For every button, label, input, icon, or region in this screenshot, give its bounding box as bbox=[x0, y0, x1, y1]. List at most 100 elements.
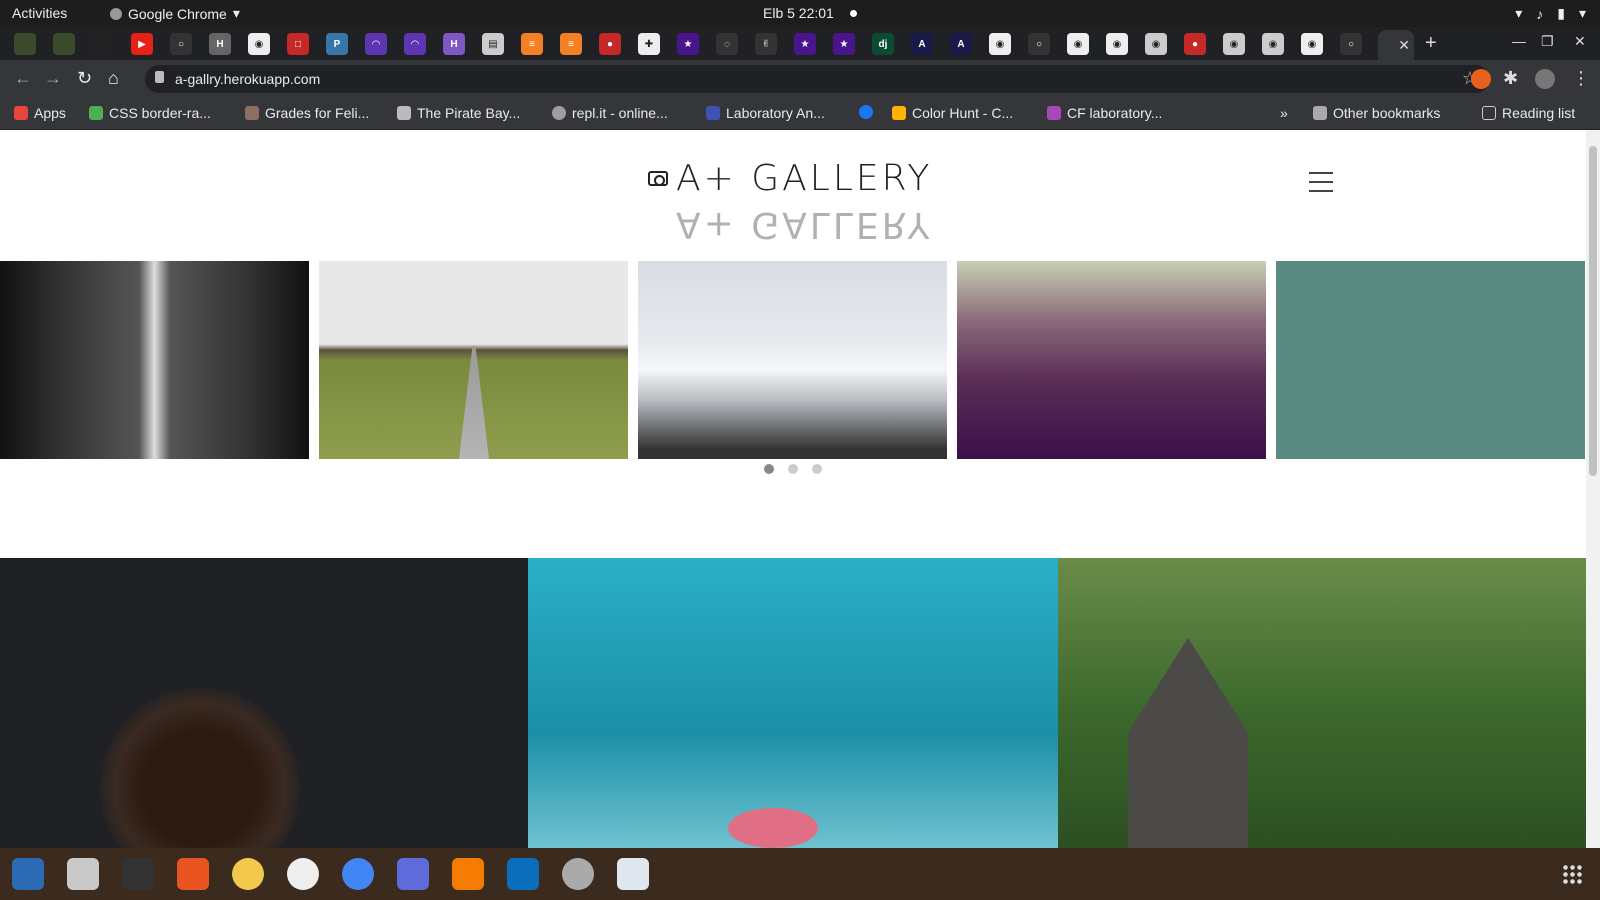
github-icon[interactable]: ○ bbox=[1340, 33, 1362, 55]
terminal-icon[interactable] bbox=[122, 858, 154, 890]
software-center-icon[interactable] bbox=[177, 858, 209, 890]
globe-icon[interactable]: ◉ bbox=[248, 33, 270, 55]
new-tab-button[interactable]: + bbox=[1425, 32, 1437, 55]
globe-icon[interactable]: ◉ bbox=[1067, 33, 1089, 55]
kebab-menu-icon[interactable]: ⋮ bbox=[1572, 68, 1590, 89]
app-menu[interactable]: Google Chrome ▾ bbox=[110, 5, 240, 22]
rhythmbox-icon[interactable] bbox=[232, 858, 264, 890]
address-bar[interactable]: a-gallry.herokuapp.com ☆ bbox=[145, 65, 1490, 93]
tab-favicon[interactable]: ◌ bbox=[716, 33, 738, 55]
other-bookmarks[interactable]: Other bookmarks bbox=[1313, 105, 1440, 121]
extension-icon[interactable] bbox=[1471, 69, 1491, 89]
clock[interactable]: Elb 5 22:01 bbox=[763, 5, 834, 21]
tab-favicon[interactable]: ● bbox=[599, 33, 621, 55]
github-icon[interactable]: ○ bbox=[170, 33, 192, 55]
carousel-image-snowy-mountains[interactable] bbox=[638, 261, 947, 459]
bookmark-favicon bbox=[892, 106, 906, 120]
tab-favicon[interactable]: ▤ bbox=[482, 33, 504, 55]
page-scrollbar[interactable] bbox=[1586, 130, 1600, 848]
writer-icon[interactable] bbox=[12, 858, 44, 890]
scrollbar-thumb[interactable] bbox=[1589, 146, 1597, 476]
restore-icon[interactable]: ❐ bbox=[1541, 33, 1554, 50]
carousel-image-path-trees[interactable] bbox=[319, 261, 628, 459]
tab-favicon[interactable]: ◠ bbox=[404, 33, 426, 55]
bookmark-item[interactable]: The Pirate Bay... bbox=[397, 105, 520, 121]
tab-favicon[interactable]: ● bbox=[1184, 33, 1206, 55]
django-icon[interactable]: dj bbox=[872, 33, 894, 55]
slack-icon[interactable] bbox=[287, 858, 319, 890]
tab-favicon[interactable]: ◠ bbox=[365, 33, 387, 55]
globe-icon[interactable]: ◉ bbox=[1106, 33, 1128, 55]
gallery-image-sky-flower[interactable] bbox=[528, 558, 1058, 848]
globe-icon[interactable]: ◉ bbox=[1145, 33, 1167, 55]
system-tray[interactable]: ▾ ♪ ▮ ▾ bbox=[1515, 5, 1586, 22]
bookmark-item[interactable]: Grades for Feli... bbox=[245, 105, 369, 121]
reading-list[interactable]: Reading list bbox=[1482, 105, 1575, 121]
activities-button[interactable]: Activities bbox=[12, 5, 67, 21]
github-icon[interactable]: ○ bbox=[1028, 33, 1050, 55]
carousel-image-birds[interactable] bbox=[1276, 261, 1585, 459]
python-icon[interactable]: P bbox=[326, 33, 348, 55]
carousel-image-canal-city[interactable] bbox=[957, 261, 1266, 459]
bookmark-item[interactable]: repl.it - online... bbox=[552, 105, 668, 121]
show-apps-icon[interactable] bbox=[1562, 864, 1582, 884]
screenshot-icon[interactable] bbox=[397, 858, 429, 890]
gallery-image-forest-house[interactable] bbox=[1058, 558, 1586, 848]
home-icon[interactable]: ⌂ bbox=[108, 68, 119, 89]
carousel-dot[interactable] bbox=[764, 464, 774, 474]
puzzle-icon[interactable]: ✱ bbox=[1503, 68, 1518, 89]
text-editor-icon[interactable] bbox=[617, 858, 649, 890]
reading-list-icon bbox=[1482, 106, 1496, 120]
tab-favicon[interactable]: □ bbox=[287, 33, 309, 55]
tab-favicon[interactable]: H bbox=[209, 33, 231, 55]
updater-icon[interactable] bbox=[562, 858, 594, 890]
close-window-icon[interactable]: ✕ bbox=[1574, 33, 1586, 50]
site-logo[interactable]: A+ GALLERY bbox=[648, 158, 932, 199]
bookmarks-overflow[interactable]: » bbox=[1280, 105, 1288, 121]
bookmark-apps[interactable]: Apps bbox=[14, 105, 66, 121]
carousel-image-tree-tunnel[interactable] bbox=[0, 261, 309, 459]
star-icon[interactable]: ★ bbox=[677, 33, 699, 55]
tab-favicon[interactable]: ✌ bbox=[755, 33, 777, 55]
wifi-icon: ▾ bbox=[1515, 5, 1523, 21]
url-text[interactable]: a-gallry.herokuapp.com bbox=[175, 71, 320, 87]
tab-favicon[interactable] bbox=[53, 33, 75, 55]
globe-icon[interactable]: ◉ bbox=[1301, 33, 1323, 55]
tab-favicon[interactable] bbox=[92, 33, 114, 55]
bookmark-item[interactable]: CF laboratory... bbox=[1047, 105, 1162, 121]
chrome-icon[interactable] bbox=[342, 858, 374, 890]
reload-icon[interactable]: ↻ bbox=[77, 68, 92, 89]
tab-active[interactable]: ✕ bbox=[1378, 30, 1414, 60]
bookmark-item[interactable]: Laboratory An... bbox=[706, 105, 825, 121]
avatar[interactable] bbox=[1535, 69, 1555, 89]
figma-icon bbox=[1047, 106, 1061, 120]
tab-favicon[interactable]: A bbox=[911, 33, 933, 55]
tab-close-icon[interactable]: ✕ bbox=[1398, 37, 1410, 54]
stackoverflow-icon[interactable]: ≡ bbox=[560, 33, 582, 55]
vlc-icon[interactable] bbox=[452, 858, 484, 890]
carousel-dot[interactable] bbox=[788, 464, 798, 474]
carousel-dot[interactable] bbox=[812, 464, 822, 474]
files-icon[interactable] bbox=[67, 858, 99, 890]
bookmark-item[interactable]: CSS border-ra... bbox=[89, 105, 211, 121]
gallery-image-portrait[interactable] bbox=[0, 558, 528, 848]
stackoverflow-icon[interactable]: ≡ bbox=[521, 33, 543, 55]
globe-icon[interactable]: ◉ bbox=[989, 33, 1011, 55]
star-icon[interactable]: ★ bbox=[794, 33, 816, 55]
bookmark-item[interactable] bbox=[859, 105, 879, 119]
tab-favicon[interactable] bbox=[14, 33, 36, 55]
tab-favicon[interactable]: H bbox=[443, 33, 465, 55]
vscode-icon[interactable] bbox=[507, 858, 539, 890]
globe-icon[interactable]: ◉ bbox=[1262, 33, 1284, 55]
star-icon[interactable]: ★ bbox=[833, 33, 855, 55]
tab-favicon[interactable]: A bbox=[950, 33, 972, 55]
youtube-icon[interactable]: ▶ bbox=[131, 33, 153, 55]
minimize-icon[interactable]: — bbox=[1512, 33, 1526, 49]
bookmark-item[interactable]: Color Hunt - C... bbox=[892, 105, 1013, 121]
hamburger-menu-icon[interactable] bbox=[1309, 172, 1333, 199]
image-carousel[interactable] bbox=[0, 261, 1586, 459]
tab-favicon[interactable]: ✚ bbox=[638, 33, 660, 55]
globe-icon[interactable]: ◉ bbox=[1223, 33, 1245, 55]
back-icon[interactable]: ← bbox=[14, 68, 32, 89]
forward-icon[interactable]: → bbox=[44, 68, 62, 89]
